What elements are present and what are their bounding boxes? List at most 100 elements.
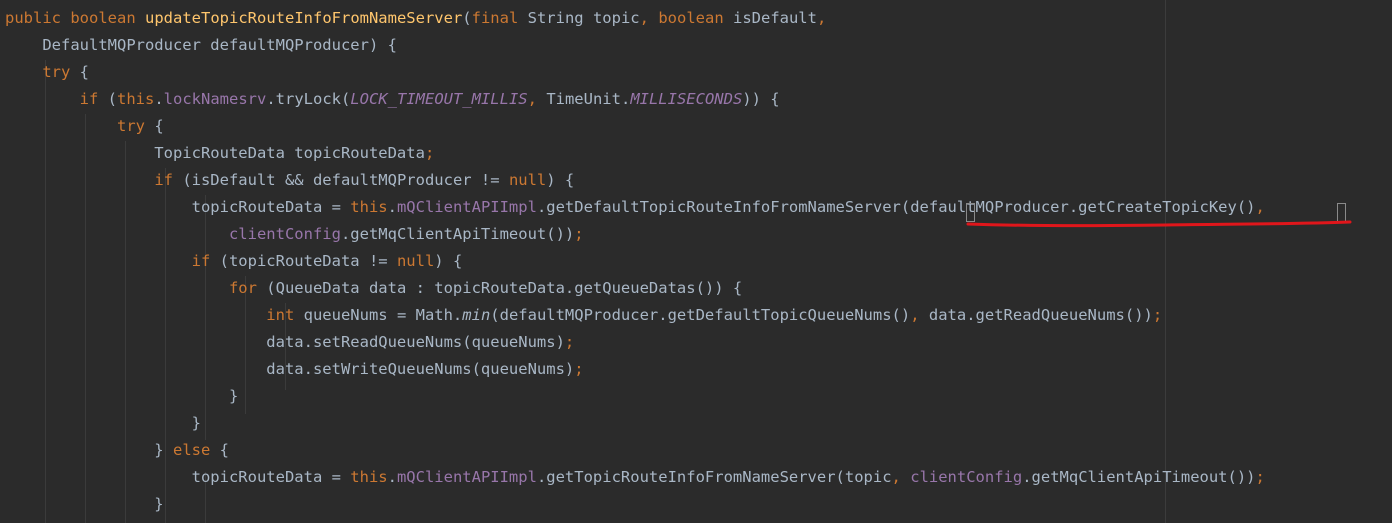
code-token: .getMqClientApiTimeout()) [340, 225, 575, 243]
code-line[interactable]: try { [5, 59, 89, 86]
code-token: TimeUnit. [536, 90, 631, 108]
code-token: .getMqClientApiTimeout()) [1022, 468, 1256, 486]
code-token: clientConfig [910, 468, 1023, 486]
code-token: ; [424, 144, 435, 162]
code-token: . [387, 198, 397, 216]
code-token: ; [574, 225, 584, 243]
code-line[interactable]: topicRouteData = this.mQClientAPIImpl .ge… [5, 464, 1265, 491]
code-token: clientConfig [228, 225, 341, 243]
code-token: . [154, 90, 164, 108]
code-token: ( [462, 9, 472, 27]
code-token: ) { [434, 252, 463, 270]
code-token: . [387, 468, 397, 486]
code-token: this [350, 198, 388, 216]
code-token: ( [98, 90, 117, 108]
code-token: , [1255, 198, 1265, 216]
code-token: int [266, 306, 295, 324]
code-line[interactable]: for (QueueData data : topicRouteData.get… [5, 275, 742, 302]
code-token: if [154, 171, 173, 189]
code-token: this [117, 90, 155, 108]
code-token: , [891, 468, 901, 486]
code-token: boolean [658, 9, 724, 27]
code-token: mQClientAPIImpl [396, 468, 537, 486]
code-line[interactable]: DefaultMQProducer defaultMQProducer) { [5, 32, 397, 59]
code-token: { [70, 63, 89, 81]
code-token: mQClientAPIImpl [396, 198, 537, 216]
code-editor[interactable]: public boolean updateTopicRouteInfoFromN… [0, 0, 1392, 523]
code-line[interactable]: } [5, 383, 238, 410]
code-token: final [471, 9, 519, 27]
code-token: } [5, 495, 164, 513]
code-line[interactable]: topicRouteData = this.mQClientAPIImpl.ge… [5, 194, 1265, 221]
code-token: public [5, 9, 61, 27]
code-token: LOCK_TIMEOUT_MILLIS [350, 90, 528, 108]
code-line[interactable]: if (this.lockNamesrv.tryLock(LOCK_TIMEOU… [5, 86, 780, 113]
right-margin-guide [1165, 0, 1166, 523]
code-token: data.getReadQueueNums()) [919, 306, 1153, 324]
code-token: ) { [546, 171, 575, 189]
code-token: } [5, 414, 201, 432]
code-line[interactable]: data.setWriteQueueNums(queueNums); [5, 356, 584, 383]
code-line[interactable]: try { [5, 113, 164, 140]
code-token: null [508, 171, 547, 189]
code-token: MILLISECONDS [630, 90, 743, 108]
code-token: , [910, 306, 920, 324]
code-line[interactable]: } [5, 491, 164, 518]
code-token: String topic [518, 9, 640, 27]
code-token: try [116, 117, 145, 135]
code-token: boolean [70, 9, 136, 27]
code-token: (QueueData data : topicRouteData.getQueu… [256, 279, 743, 297]
code-token: (topicRouteData != [210, 252, 397, 270]
code-line[interactable]: } [5, 410, 201, 437]
code-token: if [79, 90, 99, 108]
code-line[interactable]: } else { [5, 437, 229, 464]
code-token: for [228, 279, 257, 297]
code-token: ; [574, 360, 584, 378]
code-token: .tryLock( [266, 90, 351, 108]
code-token: this [350, 468, 388, 486]
code-token: min [462, 306, 491, 324]
code-line[interactable]: data.setReadQueueNums(queueNums); [5, 329, 574, 356]
code-line[interactable]: int queueNums = Math.min(defaultMQProduc… [5, 302, 1162, 329]
code-token: , [816, 9, 827, 27]
code-token: data.setWriteQueueNums(queueNums) [5, 360, 575, 378]
code-token: TopicRouteData topicRouteData [5, 144, 425, 162]
code-token: ; [1255, 468, 1265, 486]
code-token: else [172, 441, 211, 459]
code-token: )) { [742, 90, 780, 108]
code-token: data.setReadQueueNums(queueNums) [5, 333, 565, 351]
code-token: DefaultMQProducer defaultMQProducer) { [5, 36, 397, 54]
code-line[interactable]: public boolean updateTopicRouteInfoFromN… [5, 5, 826, 32]
brace-match-close-paren [1337, 203, 1346, 222]
code-token: isDefault [723, 9, 817, 27]
code-token: (defaultMQProducer.getDefaultTopicQueueN… [490, 306, 911, 324]
code-token: topicRouteData = [5, 468, 351, 486]
code-token: null [396, 252, 435, 270]
code-line[interactable]: if (isDefault && defaultMQProducer != nu… [5, 167, 574, 194]
code-token: if [191, 252, 211, 270]
code-token: (isDefault && defaultMQProducer != [172, 171, 509, 189]
code-token: , [639, 9, 649, 27]
code-token: ; [564, 333, 575, 351]
code-line[interactable]: if (topicRouteData != null) { [5, 248, 463, 275]
code-token: topicRouteData = [5, 198, 351, 216]
code-token: .getDefaultTopicRouteInfoFromNameServer(… [536, 198, 1256, 216]
code-token: } [5, 441, 173, 459]
code-line[interactable]: TopicRouteData topicRouteData; [5, 140, 434, 167]
code-token: { [210, 441, 229, 459]
code-token: { [144, 117, 164, 135]
code-token: ; [1152, 306, 1163, 324]
code-line[interactable]: clientConfig.getMqClientApiTimeout()); [5, 221, 584, 248]
red-underline-stroke [966, 220, 1352, 228]
